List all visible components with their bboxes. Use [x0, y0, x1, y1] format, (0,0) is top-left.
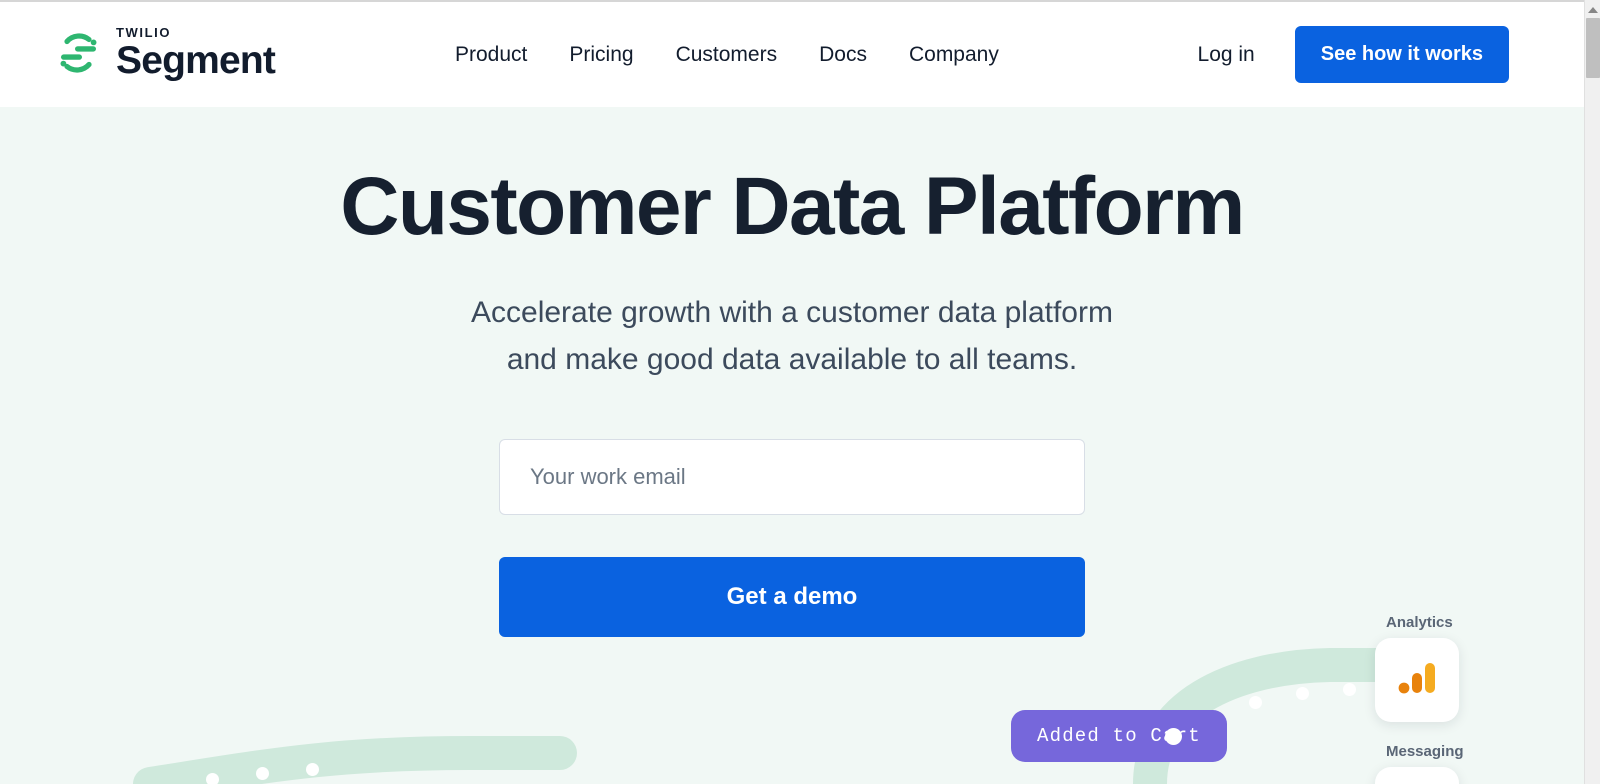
- brand-twilio-label: TWILIO: [116, 25, 172, 40]
- scroll-up-arrow-icon[interactable]: [1585, 3, 1600, 17]
- segment-logo-icon: [53, 28, 103, 78]
- browser-viewport: TWILIO Segment Product Pricing Customers…: [0, 0, 1600, 784]
- messaging-label: Messaging: [1386, 743, 1464, 760]
- google-analytics-icon: [1393, 654, 1441, 707]
- path-dot: [1296, 687, 1309, 700]
- page-title: Customer Data Platform: [340, 161, 1245, 252]
- nav-item-product[interactable]: Product: [455, 43, 527, 67]
- path-dot: [256, 767, 269, 780]
- hero-subtitle-line-1: Accelerate growth with a customer data p…: [471, 296, 1113, 330]
- messaging-card[interactable]: [1375, 767, 1459, 784]
- nav-item-company[interactable]: Company: [909, 43, 999, 67]
- login-link[interactable]: Log in: [1198, 43, 1255, 67]
- main-navigation: Product Pricing Customers Docs Company: [455, 2, 999, 107]
- hero-subtitle-line-2: and make good data available to all team…: [506, 342, 1078, 376]
- pill-connector-dot: [1165, 728, 1182, 745]
- site-header: TWILIO Segment Product Pricing Customers…: [0, 2, 1584, 107]
- analytics-card[interactable]: [1375, 638, 1459, 722]
- see-how-it-works-button[interactable]: See how it works: [1294, 26, 1509, 83]
- path-dot: [306, 763, 319, 776]
- path-dot: [206, 773, 219, 784]
- hero-subtitle: Accelerate growth with a customer data p…: [0, 290, 1584, 383]
- page-content: TWILIO Segment Product Pricing Customers…: [0, 2, 1584, 784]
- path-dot: [1343, 683, 1356, 696]
- page-scrollbar[interactable]: [1584, 0, 1600, 784]
- browser-top-edge: [0, 0, 1584, 2]
- hero-section: Cloud Apps Email Captured Added to Cart: [0, 107, 1584, 784]
- nav-item-customers[interactable]: Customers: [676, 43, 778, 67]
- event-pill-added-to-cart: Added to Cart: [1011, 710, 1227, 762]
- brand-wordmark: TWILIO Segment: [116, 25, 276, 82]
- hero-content: Customer Data Platform Accelerate growth…: [0, 107, 1584, 638]
- get-a-demo-button[interactable]: Get a demo: [499, 557, 1085, 638]
- brand-segment-label: Segment: [116, 39, 276, 82]
- work-email-input[interactable]: [499, 439, 1085, 516]
- brand-logo[interactable]: TWILIO Segment: [53, 25, 276, 82]
- nav-item-docs[interactable]: Docs: [819, 43, 867, 67]
- header-actions: Log in See how it works: [1198, 2, 1509, 107]
- nav-item-pricing[interactable]: Pricing: [569, 43, 633, 67]
- scrollbar-thumb[interactable]: [1586, 18, 1600, 78]
- path-dot: [1249, 696, 1262, 709]
